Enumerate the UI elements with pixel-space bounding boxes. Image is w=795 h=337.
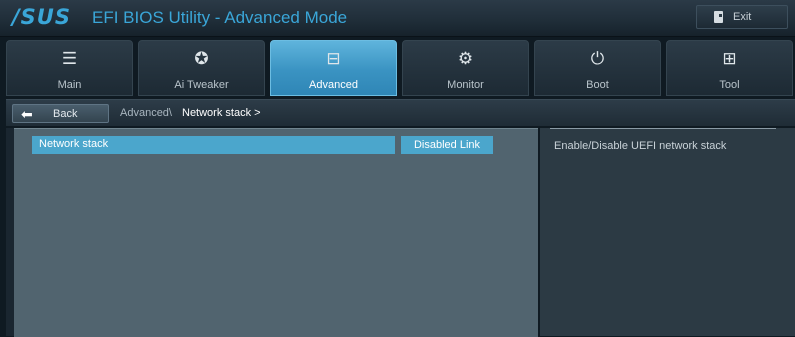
tab-tool[interactable]: ⊞ Tool (666, 40, 793, 96)
breadcrumb-bar: ⬅ Back Advanced\ Network stack > (6, 99, 795, 126)
tab-label: Boot (586, 79, 609, 91)
breadcrumb-current: Network stack > (182, 107, 261, 119)
list-icon: ☰ (61, 49, 78, 68)
help-panel: Enable/Disable UEFI network stack (540, 128, 795, 336)
tab-bar: ☰ Main ✪ Ai Tweaker ⊟ Advanced ⚙ Monitor… (6, 40, 795, 96)
tweaker-icon: ✪ (194, 49, 209, 68)
exit-label: Exit (733, 11, 752, 23)
tab-label: Advanced (309, 79, 358, 91)
back-button[interactable]: ⬅ Back (12, 104, 109, 123)
advanced-icon: ⊟ (326, 49, 341, 68)
tab-label: Main (57, 79, 82, 91)
panel-edge (6, 128, 14, 336)
network-stack-value-button[interactable]: Disabled Link (401, 136, 493, 154)
tool-icon: ⊞ (722, 49, 737, 68)
tab-label: Tool (719, 79, 740, 91)
tab-label: Monitor (447, 79, 484, 91)
back-arrow-icon: ⬅ (21, 106, 33, 122)
asus-logo: /SUS (12, 5, 71, 29)
setting-row-network-stack[interactable]: Network stack (32, 136, 395, 154)
tab-boot[interactable]: ⏻ Boot (534, 40, 661, 96)
monitor-icon: ⚙ (457, 49, 474, 68)
breadcrumb-parent[interactable]: Advanced\ (120, 107, 172, 119)
exit-door-icon (714, 11, 723, 23)
tab-monitor[interactable]: ⚙ Monitor (402, 40, 529, 96)
exit-button[interactable]: Exit (696, 5, 788, 29)
app-title: EFI BIOS Utility - Advanced Mode (92, 8, 348, 27)
settings-panel: Network stack Disabled Link (14, 128, 538, 337)
tab-advanced[interactable]: ⊟ Advanced (270, 40, 397, 96)
help-divider (550, 128, 776, 129)
tab-label: Ai Tweaker (174, 79, 229, 91)
back-label: Back (53, 108, 78, 120)
title-bar: /SUS EFI BIOS Utility - Advanced Mode Ex… (0, 0, 795, 37)
tab-main[interactable]: ☰ Main (6, 40, 133, 96)
help-text: Enable/Disable UEFI network stack (554, 140, 727, 152)
power-icon: ⏻ (590, 49, 605, 68)
setting-label: Network stack (39, 138, 109, 150)
tab-ai-tweaker[interactable]: ✪ Ai Tweaker (138, 40, 265, 96)
